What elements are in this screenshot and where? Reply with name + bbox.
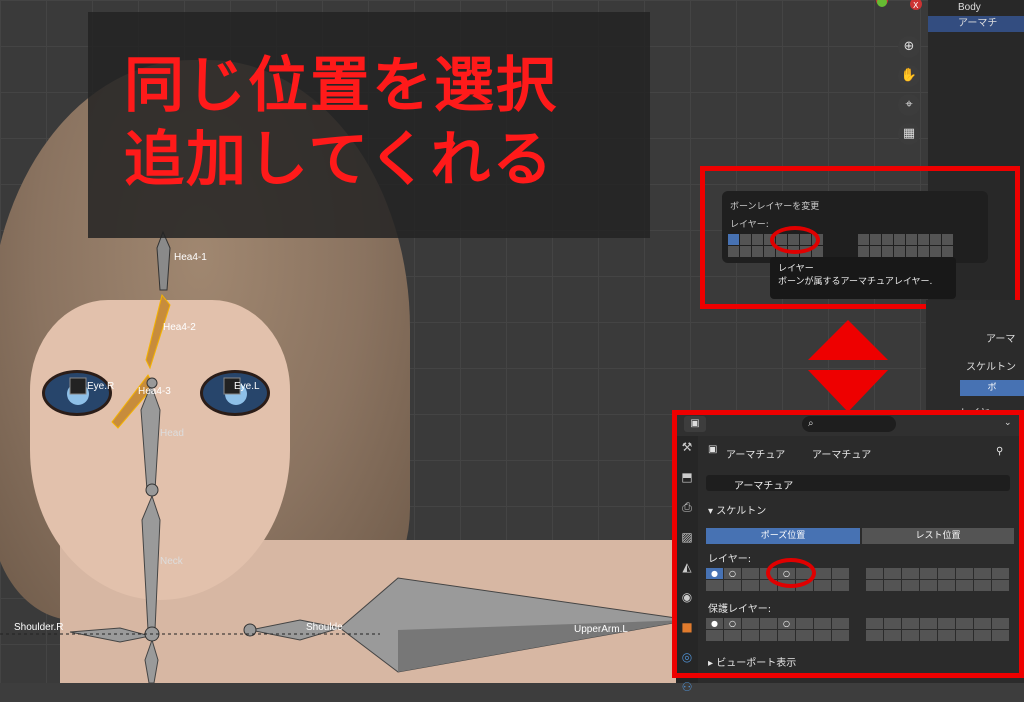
outliner-row-armature[interactable]: アーマチ [928,16,1024,32]
right-panel-armature-label: アーマ [986,334,1016,345]
bone-label-neck: Neck [160,556,183,567]
bone-label-eye-l: Eye.L [234,381,260,392]
bone-label-hea4-3: Hea4-3 [138,386,171,397]
right-panel-skeleton-label: スケルトン [966,362,1016,373]
title-line-1: 同じ位置を選択 [124,51,558,121]
bone-layer-popup: ボーンレイヤーを変更 レイヤー: [722,191,988,263]
popup-title: ボーンレイヤーを変更 [730,202,820,212]
outliner-row-body-label: Body [958,2,981,13]
tooltip-line-1: レイヤー [778,264,814,274]
armature-data-icon[interactable]: ⚇ [676,680,698,702]
properties-panel-top: アーマ スケルトン ボ レイヤー: [926,300,1024,419]
title-line-2: 追加してくれる [124,125,555,195]
navigation-gizmo: ⊕ ✋ ⌖ ▦ [898,36,920,145]
highlight-circle-popup [770,226,820,254]
axis-gizmo[interactable]: X [858,0,928,30]
svg-text:X: X [913,1,919,10]
popup-layer-grid-right[interactable] [858,234,953,257]
grid-icon[interactable]: ▦ [898,123,920,145]
bone-label-upperarm-l: UpperArm.L [574,624,628,635]
highlight-box-properties [672,410,1024,678]
outliner-row-body[interactable]: Body [928,0,1024,16]
bone-label-head: Head [160,428,184,439]
zoom-icon[interactable]: ⊕ [898,36,920,58]
tooltip-line-2: ボーンが属するアーマチュアレイヤー. [778,277,933,287]
layer-tooltip: レイヤー ボーンが属するアーマチュアレイヤー. [770,257,956,299]
double-arrow-icon [808,320,888,412]
outliner-row-armature-label: アーマチ [958,18,998,29]
camera-icon[interactable]: ⌖ [898,94,920,116]
bone-label-hea4-2: Hea4-2 [163,322,196,333]
hand-pan-icon[interactable]: ✋ [898,65,920,87]
bone-label-eye-r: Eye.R [87,381,115,392]
bone-label-hea4-1: Hea4-1 [174,252,207,263]
highlight-circle-properties [766,558,816,588]
title-overlay: 同じ位置を選択 追加してくれる [88,12,650,238]
right-panel-pose-button[interactable]: ボ [960,380,1024,396]
popup-layer-label: レイヤー: [730,220,769,230]
bone-label-shoulder-r: Shoulder.R [14,622,64,633]
bone-label-shoulder-l: Shoulde [306,622,343,633]
